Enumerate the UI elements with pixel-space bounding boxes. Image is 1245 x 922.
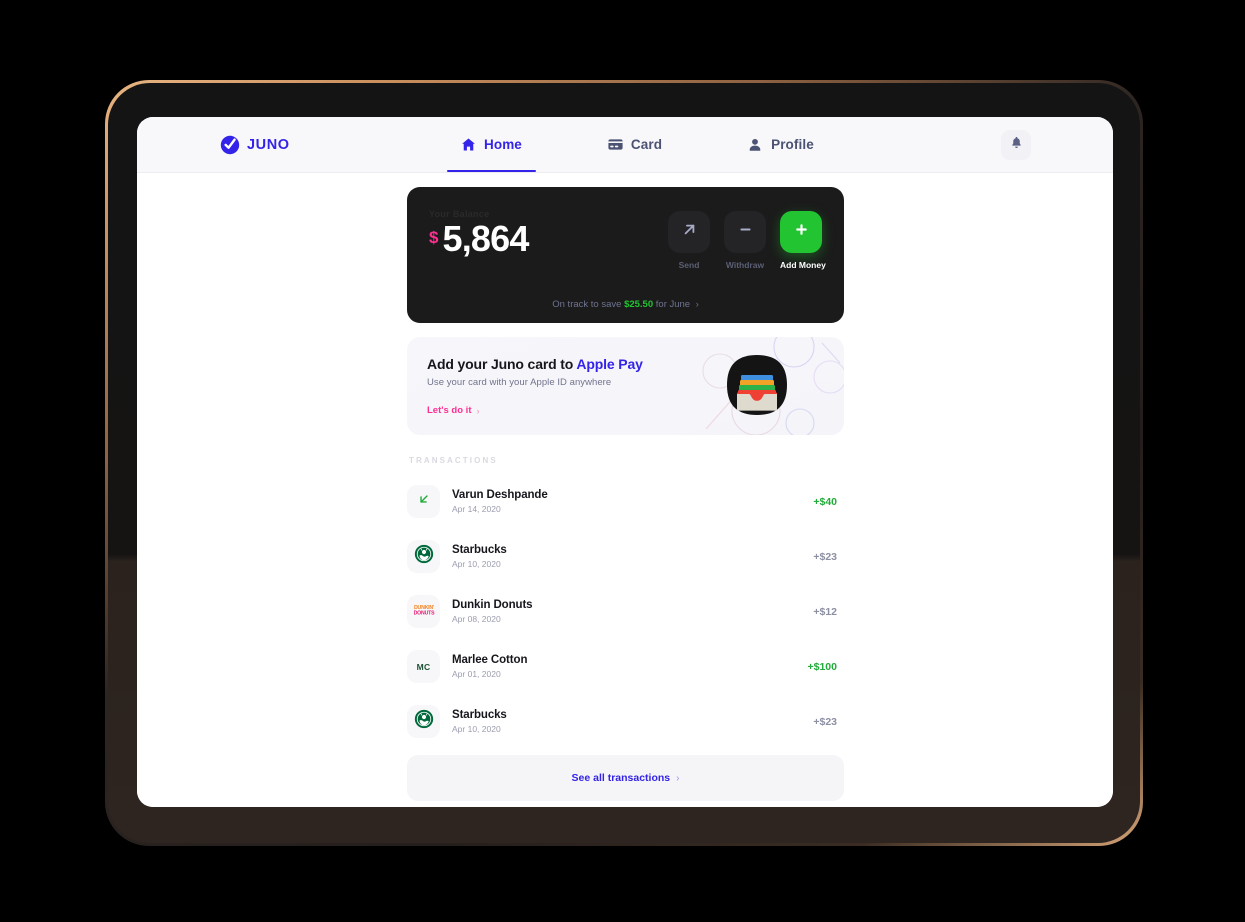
transactions-list: Varun Deshpande Apr 14, 2020 +$40 Starbu… xyxy=(407,474,844,749)
send-button-box xyxy=(668,211,710,253)
transaction-meta: Starbucks Apr 10, 2020 xyxy=(452,544,813,569)
savings-prefix: On track to save xyxy=(552,299,622,310)
arrow-up-right-icon xyxy=(681,221,698,243)
svg-text:DONUTS: DONUTS xyxy=(413,610,434,615)
transaction-meta: Varun Deshpande Apr 14, 2020 xyxy=(452,489,813,514)
minus-icon xyxy=(737,221,754,243)
transaction-avatar xyxy=(407,705,440,738)
tab-profile[interactable]: Profile xyxy=(734,117,828,172)
chevron-right-icon: › xyxy=(676,772,680,784)
transaction-amount: +$23 xyxy=(813,550,837,563)
main-navigation: Home Card Profile xyxy=(447,117,828,172)
transaction-meta: Starbucks Apr 10, 2020 xyxy=(452,709,813,734)
table-row[interactable]: Varun Deshpande Apr 14, 2020 +$40 xyxy=(407,474,844,529)
balance-block: Your Balance $ 5,864 xyxy=(429,209,529,257)
transaction-date: Apr 10, 2020 xyxy=(452,559,501,569)
savings-tracker[interactable]: On track to save $25.50 for June › xyxy=(407,299,844,310)
savings-amount: $25.50 xyxy=(624,299,654,310)
withdraw-button-label: Withdraw xyxy=(725,260,765,270)
table-row[interactable]: Starbucks Apr 10, 2020 +$23 xyxy=(407,694,844,749)
starbucks-logo-icon xyxy=(414,709,434,734)
send-button[interactable]: Send xyxy=(668,211,710,270)
promo-title-brand: Apple Pay xyxy=(576,356,643,372)
balance-card-top: Your Balance $ 5,864 Send Withdraw Add M… xyxy=(407,187,844,270)
plus-icon xyxy=(793,221,810,243)
transaction-avatar: DUNKIN' DONUTS xyxy=(407,595,440,628)
transaction-amount: +$100 xyxy=(807,660,838,673)
promo-cta-label: Let's do it xyxy=(427,405,472,416)
transaction-name: Starbucks xyxy=(452,709,507,721)
app-header: JUNO Home Card Profile xyxy=(137,117,1113,173)
transaction-meta: Marlee Cotton Apr 01, 2020 xyxy=(452,654,808,679)
screenshot-stage: JUNO Home Card Profile Your Balance $ 5,… xyxy=(0,0,1245,922)
balance-card: Your Balance $ 5,864 Send Withdraw Add M… xyxy=(407,187,844,323)
transaction-date: Apr 01, 2020 xyxy=(452,669,501,679)
device-bezel: JUNO Home Card Profile Your Balance $ 5,… xyxy=(108,83,1140,843)
dunkin-logo-icon: DUNKIN' DONUTS xyxy=(411,603,437,621)
withdraw-button-box xyxy=(724,211,766,253)
arrow-down-left-icon xyxy=(417,492,431,511)
tab-card-label: Card xyxy=(630,137,663,152)
apple-pay-promo-card[interactable]: Add your Juno card to Apple Pay Use your… xyxy=(407,337,844,435)
transaction-date: Apr 10, 2020 xyxy=(452,724,501,734)
juno-check-circle-icon xyxy=(220,135,240,155)
starbucks-logo-icon xyxy=(414,544,434,569)
transaction-avatar: MC xyxy=(407,650,440,683)
transactions-section-title: TRANSACTIONS xyxy=(409,456,498,465)
transaction-name: Marlee Cotton xyxy=(452,654,528,666)
balance-amount: $ 5,864 xyxy=(429,221,529,257)
transaction-amount: +$12 xyxy=(813,605,837,618)
table-row[interactable]: MC Marlee Cotton Apr 01, 2020 +$100 xyxy=(407,639,844,694)
withdraw-button[interactable]: Withdraw xyxy=(724,211,766,270)
bell-icon xyxy=(1010,136,1023,154)
transaction-date: Apr 14, 2020 xyxy=(452,504,501,514)
svg-text:DUNKIN': DUNKIN' xyxy=(413,604,433,610)
tab-card[interactable]: Card xyxy=(594,117,676,172)
tab-profile-label: Profile xyxy=(771,137,814,152)
add-money-button-box xyxy=(780,211,822,253)
promo-title-prefix: Add your Juno card to xyxy=(427,356,577,372)
transaction-name: Starbucks xyxy=(452,544,507,556)
savings-suffix: for June xyxy=(655,299,691,310)
person-icon xyxy=(748,137,763,152)
initials-avatar-icon: MC xyxy=(416,661,431,672)
tab-home-label: Home xyxy=(484,137,522,152)
table-row[interactable]: DUNKIN' DONUTS Dunkin Donuts Apr 08, 202… xyxy=(407,584,844,639)
send-button-label: Send xyxy=(678,260,700,270)
transaction-name: Varun Deshpande xyxy=(452,489,548,501)
promo-cta-link[interactable]: Let's do it › xyxy=(427,405,479,416)
transaction-amount: +$23 xyxy=(813,715,837,728)
notifications-button[interactable] xyxy=(1001,129,1031,160)
chevron-right-icon: › xyxy=(695,299,699,309)
transaction-date: Apr 08, 2020 xyxy=(452,614,501,624)
tablet-device-frame: JUNO Home Card Profile Your Balance $ 5,… xyxy=(105,80,1143,846)
transaction-meta: Dunkin Donuts Apr 08, 2020 xyxy=(452,599,813,624)
transaction-avatar xyxy=(407,540,440,573)
balance-value: 5,864 xyxy=(442,218,529,259)
home-icon xyxy=(461,137,476,152)
transaction-name: Dunkin Donuts xyxy=(452,599,533,611)
see-all-label: See all transactions xyxy=(571,772,671,784)
currency-symbol: $ xyxy=(429,228,439,247)
chevron-right-icon: › xyxy=(476,405,480,416)
device-screen: JUNO Home Card Profile Your Balance $ 5,… xyxy=(137,117,1113,807)
tab-home[interactable]: Home xyxy=(447,117,536,172)
quick-actions: Send Withdraw Add Money xyxy=(668,211,826,270)
transaction-avatar xyxy=(407,485,440,518)
brand-logo[interactable]: JUNO xyxy=(220,135,290,155)
brand-name: JUNO xyxy=(247,136,290,153)
table-row[interactable]: Starbucks Apr 10, 2020 +$23 xyxy=(407,529,844,584)
see-all-transactions-button[interactable]: See all transactions › xyxy=(407,755,844,801)
page-body: Your Balance $ 5,864 Send Withdraw Add M… xyxy=(137,173,1113,807)
transaction-amount: +$40 xyxy=(813,495,837,508)
apple-wallet-icon xyxy=(726,354,788,416)
add-money-button-label: Add Money xyxy=(780,260,826,270)
content-column: Your Balance $ 5,864 Send Withdraw Add M… xyxy=(407,187,844,801)
card-icon xyxy=(608,137,623,152)
add-money-button[interactable]: Add Money xyxy=(780,211,826,270)
